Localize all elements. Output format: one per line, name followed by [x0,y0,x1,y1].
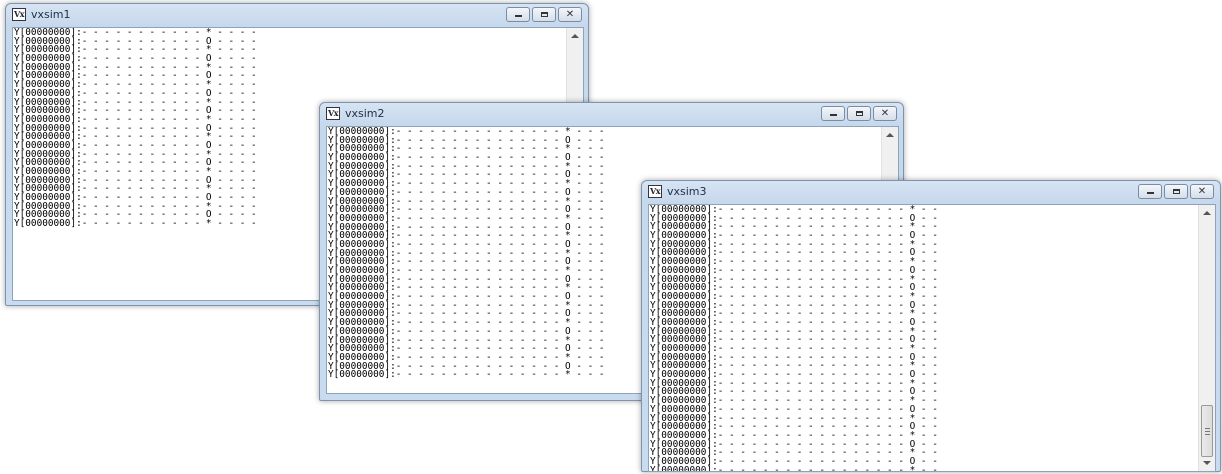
title-bar[interactable]: Vx vxsim1 ✕ [6,4,588,26]
vertical-scrollbar[interactable] [1198,205,1215,471]
maximize-icon [1173,189,1180,194]
vx-app-icon[interactable]: Vx [12,8,26,21]
maximize-button[interactable] [532,7,556,22]
scrollbar-grip [1205,434,1210,435]
scroll-down-arrow-icon[interactable] [1203,461,1211,465]
scroll-up-arrow-icon[interactable] [571,34,579,38]
minimize-button[interactable] [1138,184,1162,199]
console-area[interactable]: Y[00000000]:- - - - - - - - - - - - - - … [648,204,1216,472]
maximize-icon [541,12,548,17]
console-line: Y[00000000]:- - - - - - - - - - - * - - … [14,218,257,230]
title-bar[interactable]: Vx vxsim2 ✕ [320,103,903,125]
minimize-icon [1147,192,1154,194]
window-title: vxsim3 [667,185,707,198]
console-output: Y[00000000]:- - - - - - - - - - - - - - … [650,205,938,472]
window-title: vxsim2 [345,107,385,120]
close-button[interactable]: ✕ [873,106,897,121]
close-button[interactable]: ✕ [558,7,582,22]
close-button[interactable]: ✕ [1190,184,1214,199]
minimize-icon [515,15,522,17]
console-output: Y[00000000]:- - - - - - - - - - - * - - … [14,28,257,230]
console-line: Y[00000000]:- - - - - - - - - - - - - - … [650,464,938,472]
scrollbar-thumb[interactable] [1201,405,1213,457]
console-output: Y[00000000]:- - - - - - - - - - - - - - … [328,127,605,381]
maximize-button[interactable] [847,106,871,121]
maximize-icon [856,111,863,116]
vxsim3-window[interactable]: Vx vxsim3 ✕ Y[00000000]:- - - - - - - - … [641,180,1221,472]
scroll-up-arrow-icon[interactable] [886,133,894,137]
minimize-button[interactable] [821,106,845,121]
close-icon: ✕ [880,108,890,119]
minimize-icon [830,114,837,116]
scroll-up-arrow-icon[interactable] [1203,211,1211,215]
close-icon: ✕ [1197,186,1207,197]
scrollbar-grip [1205,431,1210,432]
close-icon: ✕ [565,9,575,20]
title-bar[interactable]: Vx vxsim3 ✕ [642,181,1220,203]
window-controls: ✕ [821,106,897,121]
console-line: Y[00000000]:- - - - - - - - - - - - - - … [328,369,605,381]
scrollbar-grip [1205,428,1210,429]
window-controls: ✕ [506,7,582,22]
maximize-button[interactable] [1164,184,1188,199]
window-title: vxsim1 [31,8,71,21]
minimize-button[interactable] [506,7,530,22]
vx-app-icon[interactable]: Vx [326,107,340,120]
window-controls: ✕ [1138,184,1214,199]
vx-app-icon[interactable]: Vx [648,185,662,198]
